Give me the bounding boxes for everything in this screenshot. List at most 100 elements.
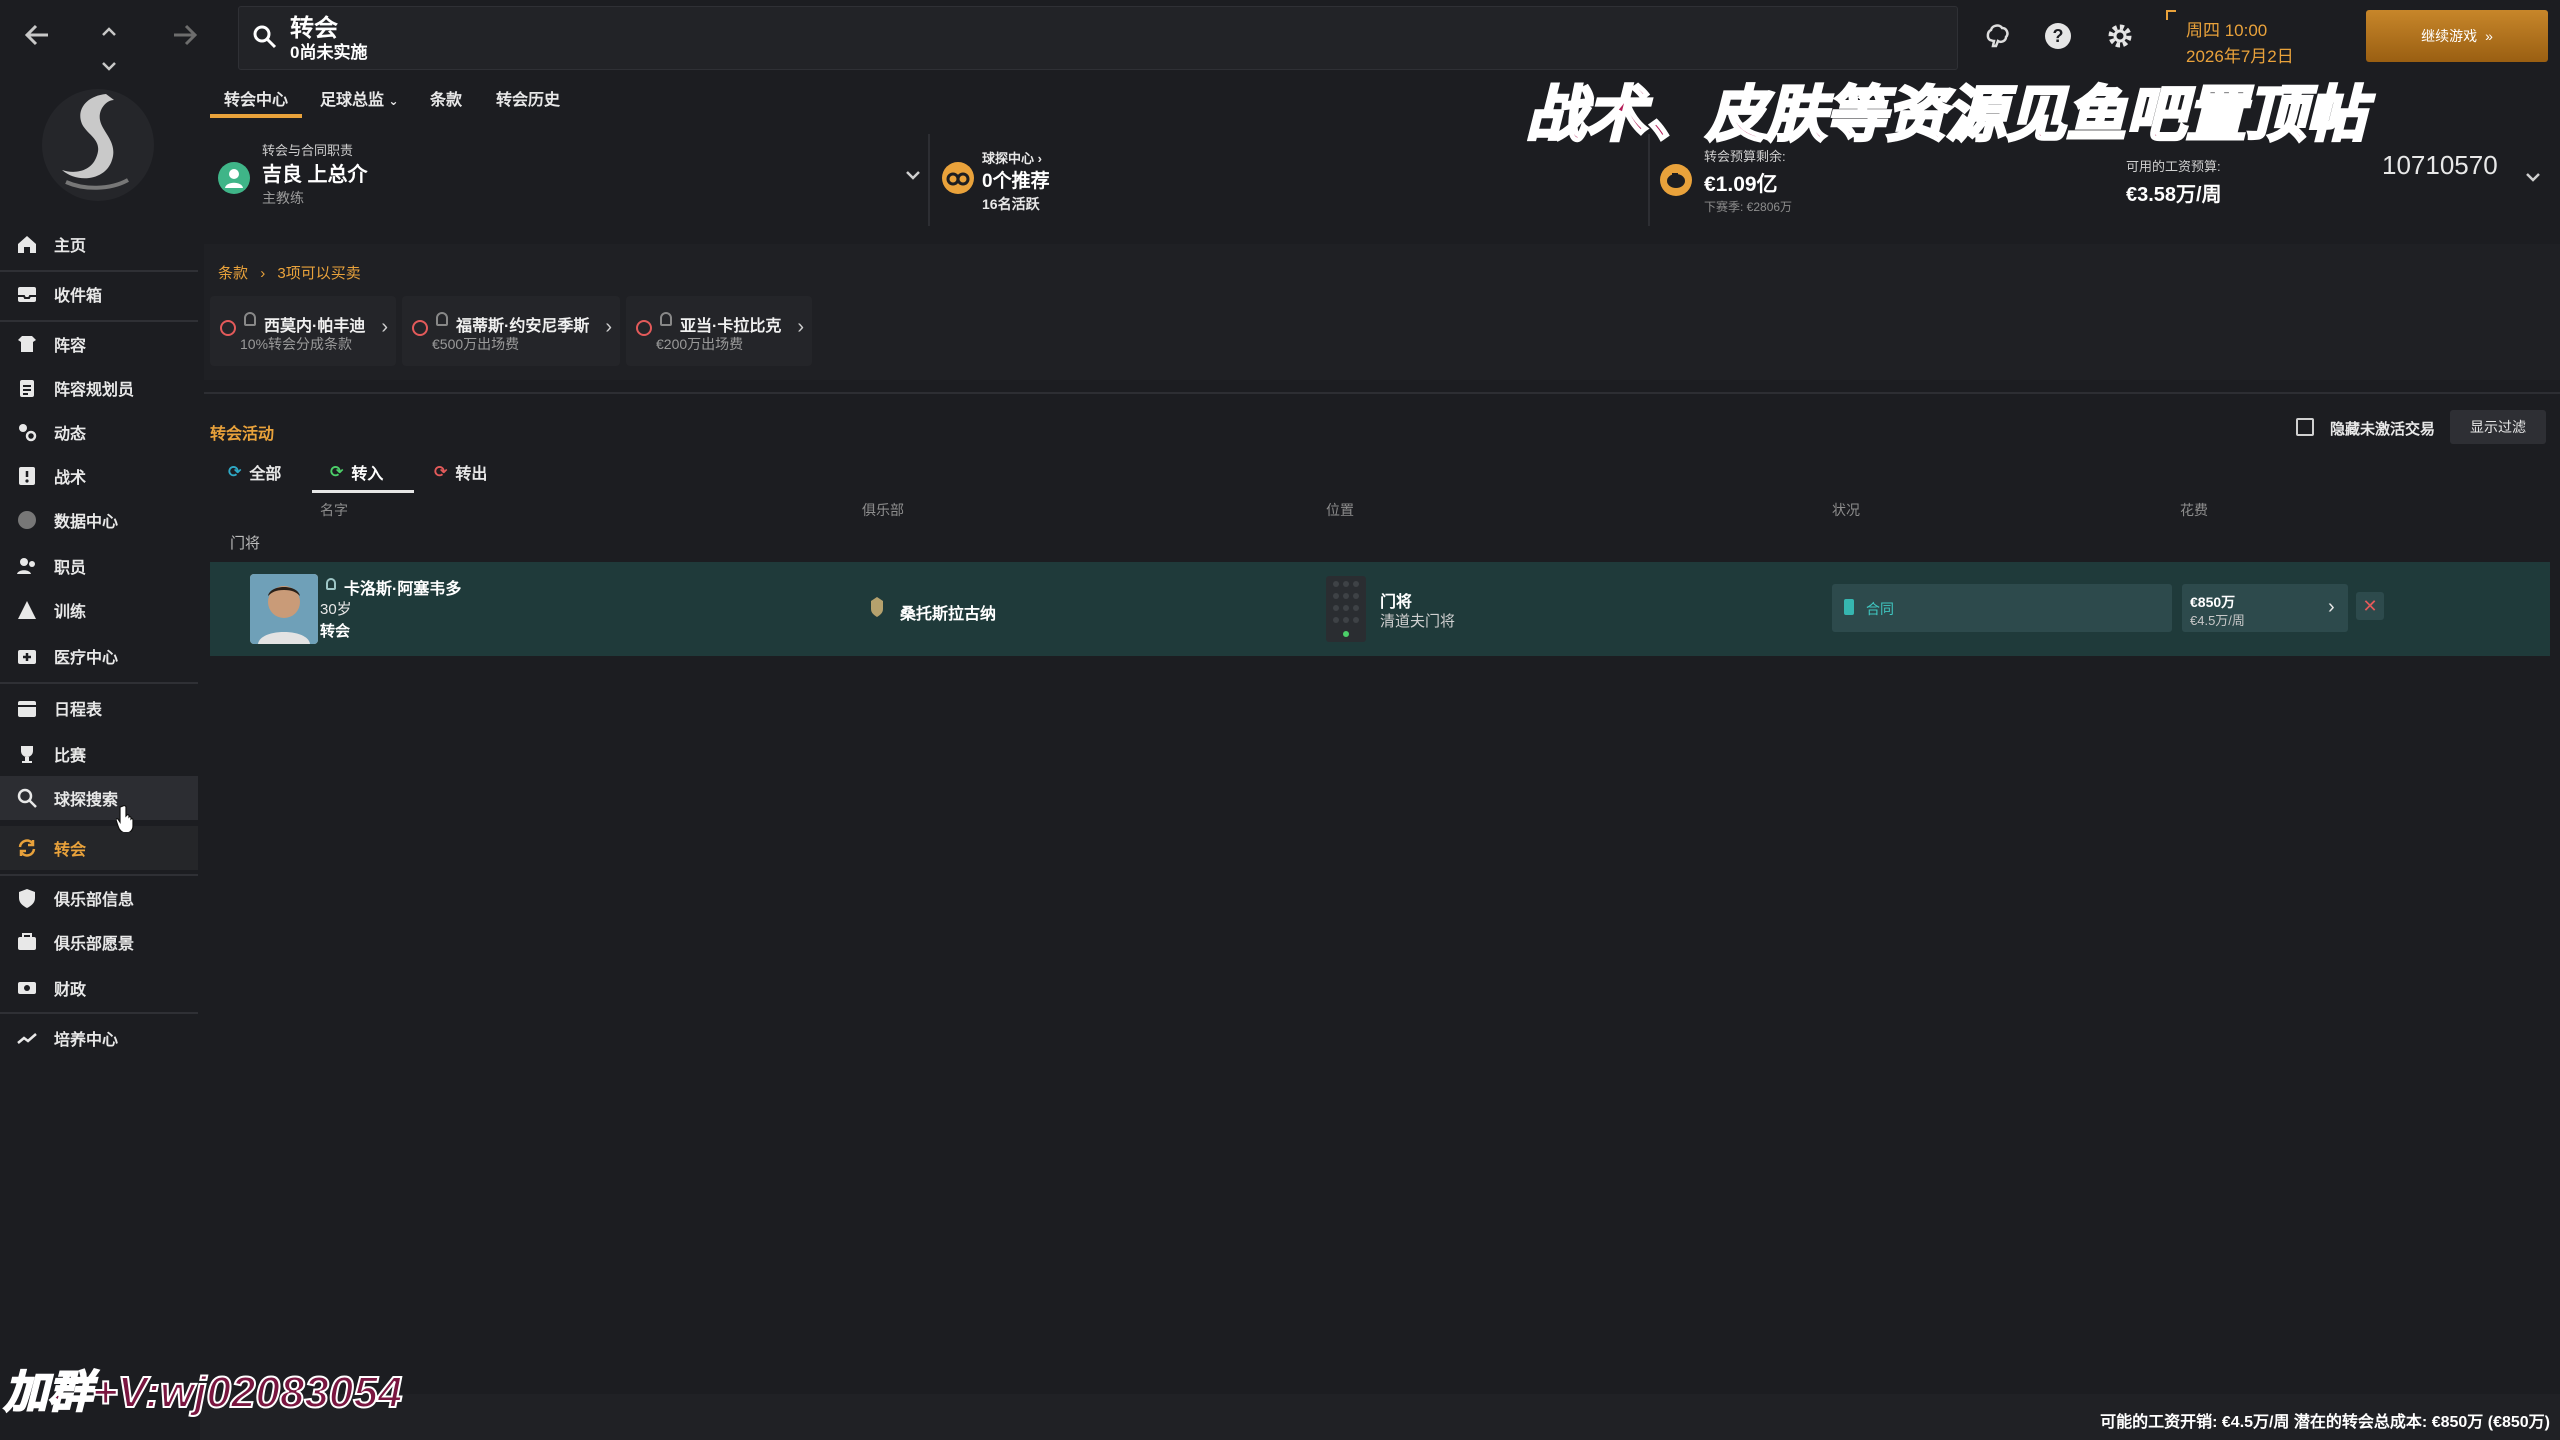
sidebar-item-dynamics[interactable]: 动态 — [0, 410, 198, 454]
cancel-deal-button[interactable]: ✕ — [2356, 592, 2384, 620]
sidebar-item-label: 医疗中心 — [54, 650, 119, 667]
sidebar-item-data-hub[interactable]: 数据中心 — [0, 498, 198, 542]
sidebar-item-staff[interactable]: 职员 — [0, 544, 198, 588]
sidebar-item-label: 培养中心 — [54, 1032, 119, 1049]
sidebar-item-training[interactable]: 训练 — [0, 588, 198, 632]
clipboard-icon — [16, 377, 38, 399]
player-photo — [250, 574, 318, 644]
column-header-club[interactable]: 俱乐部 — [862, 500, 904, 520]
sidebar-item-medical[interactable]: 医疗中心 — [0, 634, 198, 678]
search-bar[interactable] — [238, 6, 1958, 70]
staff-avatar-icon — [218, 162, 250, 194]
player-club[interactable]: 桑托斯拉古纳 — [900, 600, 996, 624]
wage-budget-value: €3.58万/周 — [2126, 184, 2222, 206]
binoculars-icon — [942, 162, 974, 194]
sidebar-item-squad[interactable]: 阵容 — [0, 322, 198, 366]
show-filter-button[interactable]: 显示过滤 — [2450, 410, 2546, 444]
search-icon — [252, 24, 278, 55]
club-crest-icon — [870, 596, 884, 623]
tab-transfer-history[interactable]: 转会历史 — [496, 86, 560, 110]
sidebar-item-label: 俱乐部愿景 — [54, 936, 135, 953]
help-icon[interactable]: ? — [2042, 20, 2074, 52]
section-title: 转会活动 — [210, 426, 275, 443]
sidebar-item-label: 主页 — [54, 238, 87, 255]
transfer-budget-value: €1.09亿 — [1704, 173, 1778, 196]
player-age: 30岁 — [320, 601, 352, 618]
sidebar-item-transfers[interactable]: 转会 — [0, 826, 198, 870]
sidebar-item-label: 职员 — [54, 560, 87, 577]
finance-icon — [16, 977, 38, 999]
back-arrow-icon[interactable] — [22, 20, 52, 55]
brain-icon[interactable] — [1982, 20, 2014, 52]
trophy-icon — [16, 743, 38, 765]
sidebar-item-development[interactable]: 培养中心 — [0, 1016, 198, 1060]
chevron-right-icon[interactable]: › — [2328, 596, 2335, 619]
hide-inactive-checkbox[interactable] — [2296, 418, 2314, 436]
shield-icon — [16, 887, 38, 909]
sidebar-item-scouting[interactable]: 球探搜索 — [0, 776, 198, 820]
sidebar-item-label: 收件箱 — [54, 288, 103, 305]
piggy-bank-icon — [1660, 164, 1692, 196]
tab-clauses[interactable]: 条款 — [430, 86, 462, 110]
clause-player-name: 福蒂斯·约安尼季斯 — [456, 318, 590, 335]
sidebar-item-competitions[interactable]: 比赛 — [0, 732, 198, 776]
column-header-fee[interactable]: 花费 — [2180, 500, 2208, 520]
clause-card[interactable]: 福蒂斯·约安尼季斯 €500万出场费 › — [402, 296, 620, 366]
gear-icon[interactable] — [2104, 20, 2136, 52]
sidebar-item-squad-planner[interactable]: 阵容规划员 — [0, 366, 198, 410]
hand-cursor-icon — [115, 804, 138, 837]
sidebar-item-label: 球探搜索 — [54, 792, 119, 809]
filter-label: 转入 — [351, 466, 384, 483]
sidebar-item-club-vision[interactable]: 俱乐部愿景 — [0, 920, 198, 964]
chevron-right-icon: › — [260, 265, 266, 282]
sidebar-item-tactics[interactable]: 战术 — [0, 454, 198, 498]
tab-transfer-centre[interactable]: 转会中心 — [224, 86, 288, 110]
player-role: 清道夫门将 — [1380, 613, 1456, 630]
column-header-name[interactable]: 名字 — [320, 500, 348, 520]
filter-all[interactable]: ⟳ 全部 — [228, 460, 281, 484]
chevron-down-icon[interactable] — [2524, 170, 2542, 189]
sidebar-item-home[interactable]: 主页 — [0, 222, 198, 266]
forward-arrow-icon[interactable] — [170, 20, 200, 55]
pitch-position-icon — [1326, 576, 1366, 642]
hide-inactive-label: 隐藏未激活交易 — [2330, 421, 2436, 438]
breadcrumb-clauses[interactable]: 条款 — [218, 265, 248, 282]
sidebar-item-club-info[interactable]: 俱乐部信息 — [0, 876, 198, 920]
dynamics-icon — [16, 421, 38, 443]
filter-active-indicator — [312, 490, 414, 493]
tab-director-of-football[interactable]: 足球总监 ⌄ — [320, 86, 399, 110]
sidebar-item-label: 战术 — [54, 470, 87, 487]
chevron-up-icon[interactable] — [100, 12, 118, 44]
filter-outgoing[interactable]: ⟳ 转出 — [434, 460, 487, 484]
scout-recommendations: 0个推荐 — [982, 171, 1050, 192]
sidebar-item-inbox[interactable]: 收件箱 — [0, 272, 198, 316]
clause-description: €500万出场费 — [432, 336, 520, 352]
chevron-right-icon: › — [797, 316, 804, 338]
filter-label: 全部 — [249, 466, 282, 483]
player-wage: €4.5万/周 — [2190, 613, 2245, 628]
sidebar-item-schedule[interactable]: 日程表 — [0, 686, 198, 730]
column-header-position[interactable]: 位置 — [1326, 500, 1354, 520]
breadcrumb-current[interactable]: 3项可以买卖 — [277, 265, 360, 282]
clause-card[interactable]: 西莫内·帕丰迪 10%转会分成条款 › — [210, 296, 396, 366]
clause-card[interactable]: 亚当·卡拉比克 €200万出场费 › — [626, 296, 812, 366]
development-icon — [16, 1027, 38, 1049]
divider — [928, 134, 930, 226]
sidebar-item-label: 训练 — [54, 604, 87, 621]
headphones-icon — [660, 312, 672, 326]
scouting-centre-link[interactable]: 球探中心 › — [982, 148, 1042, 167]
clause-description: 10%转会分成条款 — [240, 336, 353, 352]
column-header-status[interactable]: 状况 — [1832, 500, 1860, 520]
filter-incoming[interactable]: ⟳ 转入 — [330, 460, 383, 484]
continue-button[interactable]: 继续游戏 » — [2366, 10, 2548, 62]
transfer-icon — [412, 320, 428, 336]
player-name[interactable]: 卡洛斯·阿塞韦多 — [344, 575, 461, 599]
staff-name[interactable]: 吉良 上总介 — [262, 158, 368, 187]
overlay-banner: 战术、皮肤等资源见鱼吧置顶帖 — [1525, 80, 2368, 150]
chevron-down-icon[interactable] — [904, 168, 922, 187]
squad-icon — [16, 333, 38, 355]
home-icon — [16, 233, 38, 255]
sidebar-item-finances[interactable]: 财政 — [0, 966, 198, 1010]
staff-role-label: 转会与合同职责 — [262, 143, 354, 158]
status-text: 合同 — [1866, 601, 1894, 617]
